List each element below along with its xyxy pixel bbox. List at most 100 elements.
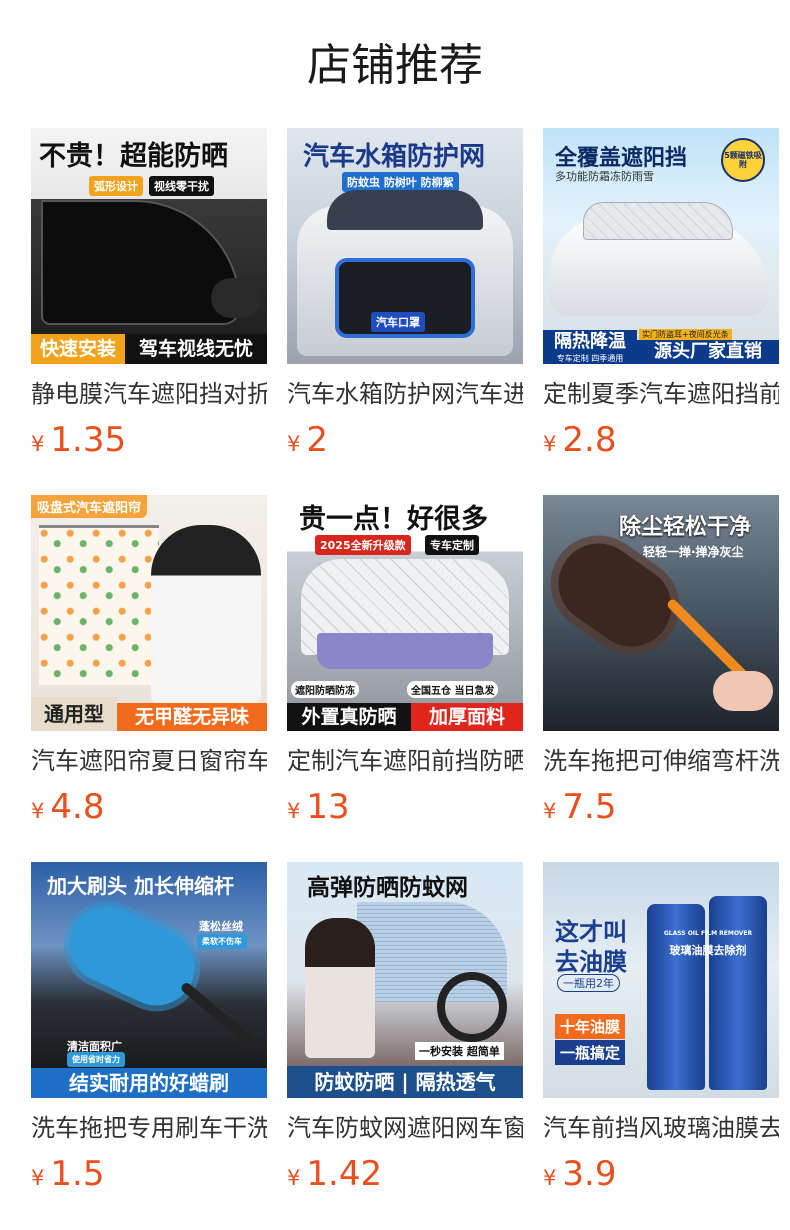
product-image[interactable]: 除尘轻松干净 轻轻一掸·掸净灰尘 (543, 495, 779, 731)
image-tag: 十年油膜 (555, 1014, 626, 1039)
product-price: ¥7.5 (543, 787, 779, 827)
image-bottom-right: 驾车视线无忧 (125, 334, 267, 364)
product-image[interactable]: 高弹防晒防蚊网 一秒安装 超简单 防蚊防晒 | 隔热透气 (287, 862, 523, 1098)
product-name[interactable]: 定制汽车遮阳前挡防晒 (287, 745, 523, 777)
image-bottom-left: 外置真防晒 (287, 703, 411, 731)
mop-head (57, 894, 207, 1018)
person (151, 525, 261, 705)
price-amount: 1.5 (50, 1154, 105, 1194)
steering-wheel (437, 972, 507, 1042)
product-price: ¥1.42 (287, 1154, 523, 1194)
spray-can (709, 896, 767, 1090)
product-price: ¥13 (287, 787, 523, 827)
image-tag: 防蚊虫 防树叶 防柳絮 (342, 172, 459, 192)
product-price: ¥3.9 (543, 1154, 779, 1194)
price-amount: 13 (306, 787, 350, 827)
currency-symbol: ¥ (287, 432, 301, 456)
price-amount: 7.5 (562, 787, 617, 827)
cover-flap (317, 633, 493, 669)
image-tag: 2025全新升级款 (315, 535, 411, 555)
product-image[interactable]: 贵一点！好很多 2025全新升级款 专车定制 遮阳防晒防冻 全国五仓 当日急发 … (287, 495, 523, 731)
price-amount: 3.9 (562, 1154, 617, 1194)
currency-symbol: ¥ (287, 799, 301, 823)
product-price: ¥2 (287, 420, 523, 460)
price-amount: 1.35 (50, 420, 127, 460)
product-image[interactable]: 不贵！超能防晒 弧形设计 视线零干扰 快速安装 驾车视线无忧 (31, 128, 267, 364)
product-card[interactable]: 贵一点！好很多 2025全新升级款 专车定制 遮阳防晒防冻 全国五仓 当日急发 … (287, 495, 523, 827)
product-card[interactable]: 全覆盖遮阳挡 多功能防霜冻防雨雪 5颗磁铁吸附 隔热降温 专车定制 四季通用 实… (543, 128, 779, 460)
can-brand: GLASS OIL FILM REMOVER (663, 930, 753, 937)
product-card[interactable]: 不贵！超能防晒 弧形设计 视线零干扰 快速安装 驾车视线无忧 静电膜汽车遮阳挡对… (31, 128, 267, 460)
image-bottom-right: 加厚面料 (411, 703, 523, 731)
currency-symbol: ¥ (543, 799, 557, 823)
product-name[interactable]: 汽车前挡风玻璃油膜去除 (543, 1112, 779, 1144)
mirror (211, 278, 261, 318)
currency-symbol: ¥ (543, 432, 557, 456)
price-amount: 1.42 (306, 1154, 383, 1194)
product-card[interactable]: 汽车水箱防护网 防蚊虫 防树叶 防柳絮 汽车口罩 汽车水箱防护网汽车进 ¥2 (287, 128, 523, 460)
image-tag: 一瓶搞定 (555, 1040, 626, 1065)
price-amount: 4.8 (50, 787, 105, 827)
image-bottom-left: 隔热降温 (543, 330, 637, 354)
image-feature: 全国五仓 当日急发 (407, 681, 499, 698)
product-name[interactable]: 汽车遮阳帘夏日窗帘车 (31, 745, 267, 777)
product-name[interactable]: 洗车拖把专用刷车干洗 (31, 1112, 267, 1144)
image-tag: 蓬松丝绒 (199, 920, 243, 933)
product-image[interactable]: 汽车水箱防护网 防蚊虫 防树叶 防柳絮 汽车口罩 (287, 128, 523, 364)
image-tag: 视线零干扰 (149, 176, 214, 196)
image-bottom-right: 源头厂家直销 (637, 340, 779, 364)
image-headline: 除尘轻松干净 (619, 515, 752, 540)
product-card[interactable]: 吸盘式汽车遮阳帘 通用型 无甲醛无异味 汽车遮阳帘夏日窗帘车 ¥4.8 (31, 495, 267, 827)
window-film (41, 200, 241, 325)
product-name[interactable]: 洗车拖把可伸缩弯杆洗 (543, 745, 779, 777)
product-image[interactable]: 加大刷头 加长伸缩杆 蓬松丝绒 柔软不伤车 清洁面积广 使用省时省力 结实耐用的… (31, 862, 267, 1098)
image-tag: 一秒安装 超简单 (415, 1042, 504, 1060)
price-amount: 2.8 (562, 420, 617, 460)
product-name[interactable]: 定制夏季汽车遮阳挡前 (543, 378, 779, 410)
image-feature: 遮阳防晒防冻 (291, 681, 359, 698)
image-headline: 贵一点！好很多 (299, 504, 488, 535)
person (305, 918, 375, 1058)
image-tag-sub: 柔软不伤车 (197, 934, 247, 949)
duster-handle (665, 597, 751, 683)
curtain (39, 525, 159, 685)
image-tag: 专车定制 (425, 535, 479, 555)
image-bottom-left-sub: 专车定制 四季通用 (543, 354, 637, 364)
image-bottom: 防蚊防晒 | 隔热透气 (287, 1066, 523, 1098)
product-price: ¥4.8 (31, 787, 267, 827)
image-tag-sub: 使用省时省力 (67, 1052, 125, 1067)
image-headline: 去油膜 (555, 948, 627, 976)
image-headline: 不贵！超能防晒 (39, 141, 228, 172)
product-card[interactable]: 高弹防晒防蚊网 一秒安装 超简单 防蚊防晒 | 隔热透气 汽车防蚊网遮阳网车窗 … (287, 862, 523, 1194)
currency-symbol: ¥ (543, 1166, 557, 1190)
plate-label: 汽车口罩 (371, 312, 425, 332)
product-name[interactable]: 静电膜汽车遮阳挡对折 (31, 378, 267, 410)
image-headline: 加大刷头 加长伸缩杆 (47, 874, 234, 898)
product-price: ¥2.8 (543, 420, 779, 460)
image-headline: 汽车水箱防护网 (303, 142, 486, 172)
product-card[interactable]: 这才叫 去油膜 一瓶用2年 十年油膜 一瓶搞定 GLASS OIL FILM R… (543, 862, 779, 1194)
image-sub: 多功能防霜冻防雨雪 (555, 170, 654, 183)
mop-handle (179, 981, 263, 1053)
page-title: 店铺推荐 (307, 40, 483, 91)
currency-symbol: ¥ (31, 432, 45, 456)
currency-symbol: ¥ (287, 1166, 301, 1190)
currency-symbol: ¥ (31, 799, 45, 823)
image-badge: 5颗磁铁吸附 (724, 151, 762, 169)
image-bottom-left: 通用型 (31, 697, 117, 731)
image-sub: 轻轻一掸·掸净灰尘 (643, 545, 744, 559)
image-bottom-right: 无甲醛无异味 (117, 703, 267, 731)
product-name[interactable]: 汽车防蚊网遮阳网车窗 (287, 1112, 523, 1144)
product-card[interactable]: 加大刷头 加长伸缩杆 蓬松丝绒 柔软不伤车 清洁面积广 使用省时省力 结实耐用的… (31, 862, 267, 1194)
product-name[interactable]: 汽车水箱防护网汽车进 (287, 378, 523, 410)
image-bottom-left: 快速安装 (31, 334, 125, 364)
hand (713, 671, 773, 711)
product-image[interactable]: 这才叫 去油膜 一瓶用2年 十年油膜 一瓶搞定 GLASS OIL FILM R… (543, 862, 779, 1098)
product-card[interactable]: 除尘轻松干净 轻轻一掸·掸净灰尘 洗车拖把可伸缩弯杆洗 ¥7.5 (543, 495, 779, 827)
product-image[interactable]: 吸盘式汽车遮阳帘 通用型 无甲醛无异味 (31, 495, 267, 731)
product-price: ¥1.5 (31, 1154, 267, 1194)
product-image[interactable]: 全覆盖遮阳挡 多功能防霜冻防雨雪 5颗磁铁吸附 隔热降温 专车定制 四季通用 实… (543, 128, 779, 364)
image-headline: 吸盘式汽车遮阳帘 (31, 495, 148, 518)
sunshade-cover (583, 202, 733, 240)
image-sub: 一瓶用2年 (557, 974, 620, 992)
